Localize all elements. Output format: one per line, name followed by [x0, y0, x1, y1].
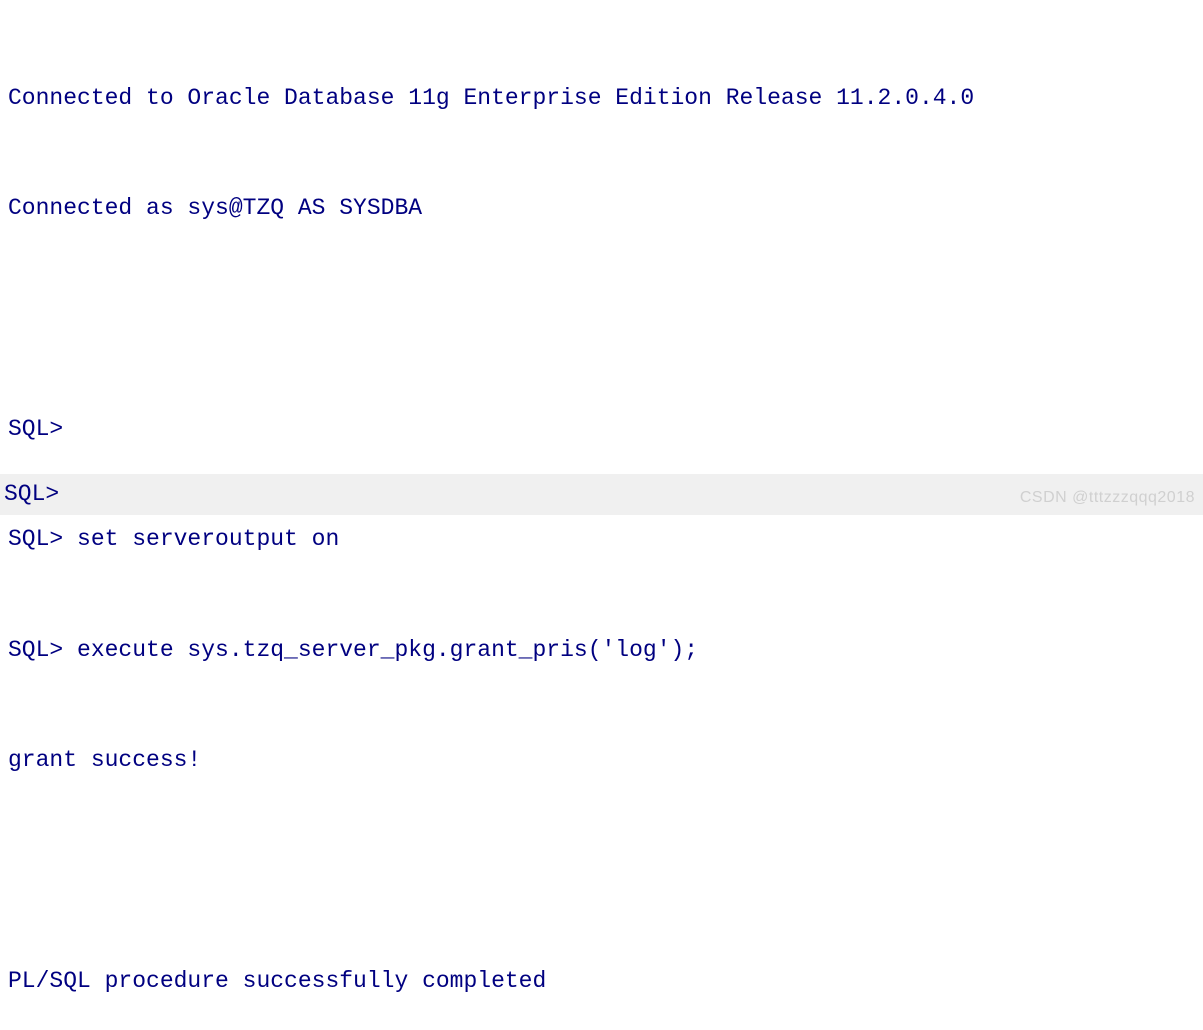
grant-success-message: grant success! — [8, 742, 1203, 779]
blank-line — [8, 852, 1203, 889]
sql-terminal-output: Connected to Oracle Database 11g Enterpr… — [8, 6, 1203, 1030]
blank-line — [8, 300, 1203, 337]
watermark-text: CSDN @tttzzzqqq2018 — [1020, 485, 1195, 511]
sql-command-execute: SQL> execute sys.tzq_server_pkg.grant_pr… — [8, 632, 1203, 669]
sql-prompt-empty: SQL> — [8, 411, 1203, 448]
procedure-completed-message: PL/SQL procedure successfully completed — [8, 963, 1203, 1000]
sql-command-serveroutput: SQL> set serveroutput on — [8, 521, 1203, 558]
connection-banner-line: Connected to Oracle Database 11g Enterpr… — [8, 80, 1203, 117]
connection-user-line: Connected as sys@TZQ AS SYSDBA — [8, 190, 1203, 227]
